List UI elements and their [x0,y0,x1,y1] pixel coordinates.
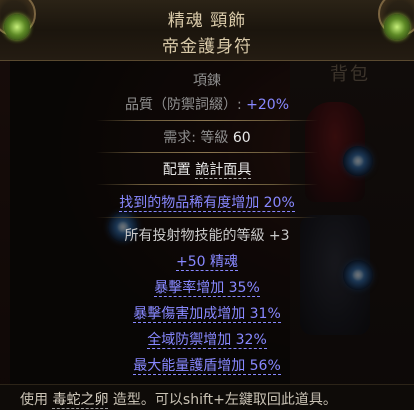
header-ornament-right [354,0,414,60]
quality-label: 品質（防禦詞綴）: [124,97,242,113]
explicit-mod: 最大能量護盾增加 56% [0,355,414,375]
hint-suffix: 造型。可以shift+左鍵取回此道具。 [112,392,337,408]
green-gem-icon [384,14,410,40]
explicit-mod-text[interactable]: 最大能量護盾增加 56% [133,358,281,375]
explicit-mod: 暴擊傷害加成增加 31% [0,303,414,323]
cosmetic-item-link[interactable]: 毒蛇之卵 [52,392,109,409]
header-ornament-left [0,0,60,60]
implicit-mod-text[interactable]: 找到的物品稀有度增加 20% [119,195,295,212]
config-label: 配置 [162,162,191,178]
separator [96,120,318,121]
explicit-mod-text[interactable]: 暴擊傷害加成增加 31% [133,306,281,323]
tooltip-header: 精魂 頸飾 帝金護身符 [0,0,414,61]
game-screen: 背包 精魂 頸飾 帝金護身符 項鍊 品質（防禦詞綴）: +20% [0,0,414,410]
explicit-mod-text[interactable]: 全域防禦增加 32% [147,332,267,349]
quality-line: 品質（防禦詞綴）: +20% [0,94,414,114]
config-value-link[interactable]: 詭計面具 [195,162,252,179]
explicit-mod: 全域防禦增加 32% [0,329,414,349]
green-gem-icon [4,14,30,40]
item-class: 項鍊 [193,73,221,89]
requirement-label: 需求: 等級 [163,130,233,146]
tooltip-body: 項鍊 品質（防禦詞綴）: +20% 需求: 等級 60 配置 詭計面具 找到的物… [0,61,414,384]
separator [96,184,318,185]
quality-value: +20% [246,97,290,113]
enchant-mod: 所有投射物技能的等級 +3 [124,228,290,244]
explicit-mod: +50 精魂 [0,251,414,271]
explicit-mod: 暴擊率增加 35% [0,277,414,297]
requirement-level: 60 [232,130,251,146]
separator [96,217,318,218]
separator [96,152,318,153]
implicit-mod: 找到的物品稀有度增加 20% [0,192,414,212]
hint-prefix: 使用 [20,392,48,408]
item-name: 精魂 頸飾 [167,11,247,31]
item-base-type: 帝金護身符 [162,37,252,57]
hint-bar: 使用 毒蛇之卵 造型。可以shift+左鍵取回此道具。 [0,384,414,410]
requirement-line: 需求: 等級 60 [0,127,414,147]
item-tooltip: 精魂 頸飾 帝金護身符 項鍊 品質（防禦詞綴）: +20% 需求: 等級 60 … [0,0,414,384]
explicit-mod-text[interactable]: +50 精魂 [176,254,238,271]
config-line: 配置 詭計面具 [0,159,414,179]
hint-text: 使用 毒蛇之卵 造型。可以shift+左鍵取回此道具。 [20,389,337,409]
explicit-mod-text[interactable]: 暴擊率增加 35% [154,280,260,297]
